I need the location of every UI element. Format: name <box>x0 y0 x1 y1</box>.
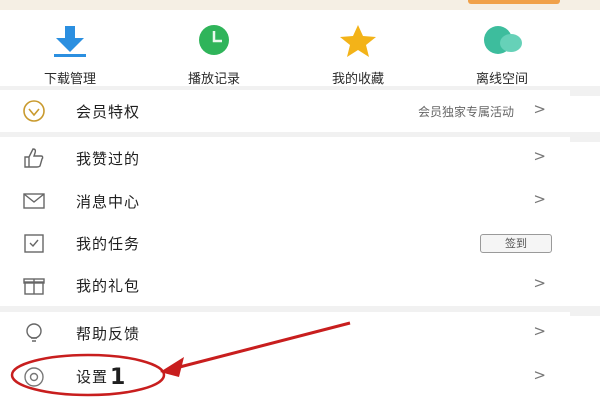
menu-item-gifts[interactable]: 我的礼包 > <box>0 264 570 306</box>
vip-badge-icon <box>23 100 45 122</box>
menu-item-vip[interactable]: 会员特权 会员独家专属活动 > <box>0 90 570 132</box>
settings-label: 设置 <box>76 368 109 386</box>
quick-action-offline[interactable]: 离线空间 <box>442 24 562 87</box>
star-icon <box>340 25 376 57</box>
chevron-right-icon: > <box>533 322 546 340</box>
quick-action-download[interactable]: 下载管理 <box>10 24 130 87</box>
quick-action-history[interactable]: 播放记录 <box>154 24 274 87</box>
quick-action-label: 离线空间 <box>475 72 528 87</box>
history-clock-icon <box>199 25 229 55</box>
task-calendar-icon <box>24 234 44 253</box>
menu-item-label: 设置1 <box>76 365 126 390</box>
quick-action-label: 下载管理 <box>43 72 96 87</box>
menu-item-label: 我赞过的 <box>76 150 141 168</box>
chevron-right-icon: > <box>533 100 546 118</box>
chevron-right-icon: > <box>533 190 546 208</box>
top-accent-bar <box>468 0 560 4</box>
quick-action-label: 我的收藏 <box>331 72 384 87</box>
menu-item-settings[interactable]: 设置1 > <box>0 354 570 396</box>
cloud-icon <box>484 26 522 54</box>
menu-item-label: 会员特权 <box>76 103 141 121</box>
quick-action-favorites[interactable]: 我的收藏 <box>298 24 418 87</box>
menu-item-label: 消息中心 <box>76 193 141 211</box>
menu-item-label: 我的礼包 <box>76 277 141 295</box>
envelope-icon <box>23 193 45 209</box>
menu-item-feedback[interactable]: 帮助反馈 > <box>0 312 570 354</box>
chevron-right-icon: > <box>533 366 546 384</box>
menu-item-label: 我的任务 <box>76 235 141 253</box>
top-strip <box>0 0 600 10</box>
download-icon <box>54 26 86 57</box>
checkin-button[interactable]: 签到 <box>480 234 552 253</box>
gear-icon <box>24 367 44 387</box>
menu-item-label: 帮助反馈 <box>76 325 141 343</box>
chevron-right-icon: > <box>533 274 546 292</box>
thumbs-up-icon <box>24 148 44 168</box>
menu-item-tasks[interactable]: 我的任务 签到 <box>0 222 570 264</box>
annotation-number: 1 <box>110 365 127 390</box>
menu-item-messages[interactable]: 消息中心 > <box>0 180 570 222</box>
chevron-right-icon: > <box>533 147 546 165</box>
lightbulb-icon <box>26 323 42 342</box>
menu-item-subtext: 会员独家专属活动 <box>417 105 514 119</box>
menu-item-liked[interactable]: 我赞过的 > <box>0 137 570 179</box>
gift-icon <box>23 278 45 295</box>
quick-action-label: 播放记录 <box>187 72 240 87</box>
quick-actions-bar: 下载管理 播放记录 我的收藏 离线空间 <box>0 10 600 87</box>
